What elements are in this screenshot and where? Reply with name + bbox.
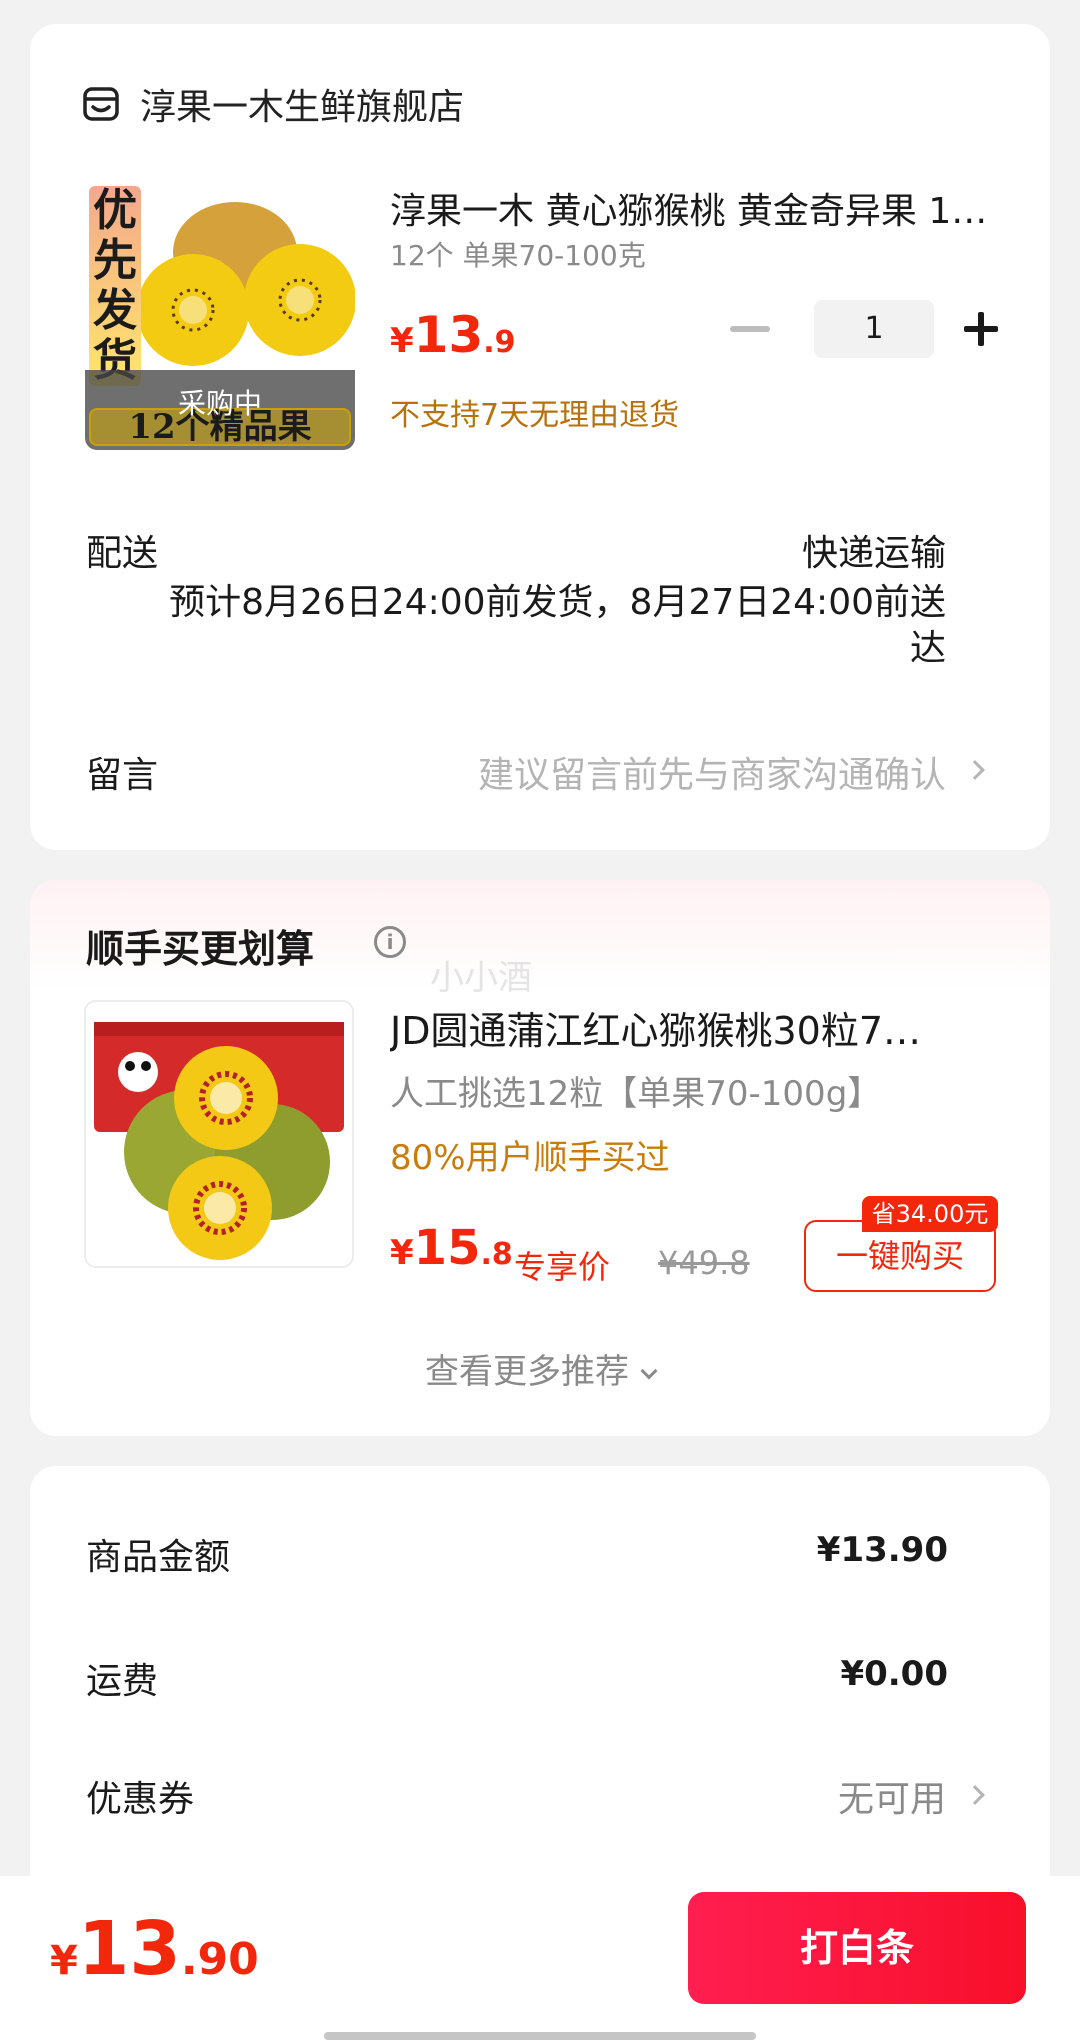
savings-badge: 省34.00元	[862, 1196, 998, 1232]
recommend-item-price: ¥15.8	[390, 1220, 513, 1276]
recommend-item-spec: 人工挑选12粒【单果70-100g】	[390, 1074, 882, 1114]
store-header[interactable]: 淳果一木生鲜旗舰店	[82, 78, 464, 130]
return-policy-note: 不支持7天无理由退货	[390, 398, 680, 433]
price-symbol: ¥	[390, 1233, 414, 1273]
order-total: ¥13.90	[50, 1906, 259, 1992]
recommendation-card: 顺手买更划算 i 小小酒 JD圆通蒲江红心猕猴桃30粒7… 人工挑选12粒【单果…	[30, 880, 1050, 1436]
price-decimal: .8	[480, 1237, 513, 1272]
thumb-status-label: 采购中	[177, 387, 262, 420]
total-decimal: .90	[180, 1934, 259, 1985]
more-label: 查看更多推荐	[425, 1352, 629, 1392]
thumb-status-strip: 12个精品果 采购中	[85, 370, 355, 450]
pay-button[interactable]: 打白条	[688, 1892, 1026, 2004]
recommend-item-popularity: 80%用户顺手买过	[390, 1138, 670, 1178]
recommend-thumbnail[interactable]	[84, 1000, 354, 1268]
message-hint[interactable]: 建议留言前先与商家沟通确认	[478, 746, 946, 798]
plus-icon[interactable]	[964, 312, 998, 346]
shipping-label: 配送	[86, 533, 159, 574]
price-decimal: .9	[483, 325, 516, 360]
quantity-field[interactable]: 1	[814, 300, 934, 358]
store-order-card: 淳果一木生鲜旗舰店 优先发货 12个精品果 采购中 淳果一木 黄心猕猴桃 黄金奇…	[30, 24, 1050, 850]
recommend-item-title[interactable]: JD圆通蒲江红心猕猴桃30粒7…	[390, 1000, 1010, 1055]
product-price: ¥13.9	[390, 306, 516, 364]
exclusive-price-label: 专享价	[514, 1248, 611, 1286]
minus-icon[interactable]	[730, 326, 770, 332]
shipping-method: 快递运输	[801, 533, 946, 574]
product-title[interactable]: 淳果一木 黄心猕猴桃 黄金奇异果 12个 精品果	[390, 182, 990, 234]
watermark: 小小酒	[430, 958, 532, 998]
original-price: ¥49.8	[658, 1244, 750, 1282]
coupon-label: 优惠券	[86, 1779, 195, 1820]
goods-amount-label: 商品金额	[86, 1537, 231, 1578]
total-symbol: ¥	[50, 1938, 78, 1984]
price-symbol: ¥	[390, 321, 414, 361]
priority-ship-badge: 优先发货	[89, 186, 141, 386]
total-integer: 13	[77, 1906, 181, 1992]
price-integer: 15	[413, 1220, 481, 1276]
freight-value: ¥0.00	[840, 1654, 948, 1694]
more-recommendations-link[interactable]: 查看更多推荐	[30, 1344, 1050, 1393]
info-icon[interactable]: i	[374, 926, 406, 958]
store-name: 淳果一木生鲜旗舰店	[140, 87, 465, 128]
shipping-estimate: 预计8月26日24:00前发货，8月27日24:00前送达	[169, 582, 946, 669]
checkout-bar: ¥13.90 打白条	[0, 1876, 1080, 2043]
red-kiwi-image	[86, 1002, 352, 1266]
store-icon	[83, 87, 119, 121]
message-label: 留言	[86, 755, 159, 796]
goods-amount-value: ¥13.90	[816, 1530, 948, 1570]
recommend-title: 顺手买更划算	[86, 927, 315, 971]
price-integer: 13	[413, 306, 484, 364]
quantity-stepper: 1	[730, 300, 998, 358]
chevron-right-icon[interactable]	[965, 760, 985, 780]
product-thumbnail[interactable]: 优先发货 12个精品果 采购中	[85, 182, 355, 450]
home-indicator[interactable]	[324, 2032, 756, 2040]
chevron-right-icon[interactable]	[965, 1785, 985, 1805]
freight-label: 运费	[86, 1661, 159, 1702]
product-spec: 12个 单果70-100克	[390, 239, 646, 272]
chevron-down-icon	[640, 1362, 658, 1380]
coupon-value[interactable]: 无可用	[838, 1770, 946, 1822]
